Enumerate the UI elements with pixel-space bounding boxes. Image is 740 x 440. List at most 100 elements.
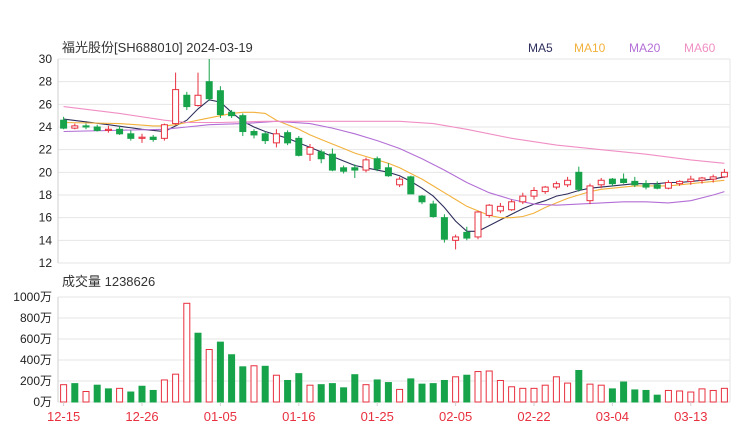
price-tick-label: 26: [39, 97, 53, 111]
candle-body: [71, 125, 79, 129]
price-panel: 30 28 26 24 22 20 18 16 14 12: [39, 52, 731, 270]
stock-chart: 福光股份[SH688010] 2024-03-19 MA5 MA10 MA20 MA6…: [13, 40, 731, 424]
candle-body: [127, 133, 135, 139]
volume-bar: [71, 383, 79, 403]
volume-bar: [82, 391, 90, 403]
volume-tick-label: 400万: [20, 353, 52, 367]
volume-bar: [60, 384, 68, 403]
volume-bar: [687, 391, 695, 403]
x-tick-label: 01-05: [204, 409, 237, 424]
x-tick-label: 02-22: [517, 409, 550, 424]
candle-body: [272, 133, 280, 144]
volume-bar: [373, 379, 381, 403]
candle-body: [317, 151, 325, 160]
volume-title: 成交量 1238626: [62, 274, 155, 289]
candle-body: [676, 180, 684, 185]
volume-bar: [104, 388, 112, 403]
volume-bar: [284, 379, 292, 403]
volume-bar: [698, 388, 706, 403]
volume-bar: [384, 382, 392, 403]
candle-body: [239, 115, 247, 133]
volume-bar: [653, 394, 661, 403]
volume-tick-label: 600万: [20, 332, 52, 346]
volume-bar: [496, 379, 504, 403]
candle-body: [597, 179, 605, 186]
candle-body: [474, 211, 482, 238]
candle-body: [172, 89, 180, 125]
candle-body: [116, 128, 124, 135]
candle-body: [508, 201, 516, 211]
candle-body: [373, 158, 381, 170]
candle-body: [709, 176, 717, 180]
volume-bar: [205, 349, 213, 403]
x-tick-label: 12-15: [47, 409, 80, 424]
volume-bar: [138, 385, 146, 403]
volume-bar: [172, 373, 180, 403]
volume-bar: [608, 388, 616, 403]
volume-bar: [340, 387, 348, 403]
price-tick-label: 24: [39, 120, 53, 134]
volume-tick-label: 0万: [33, 395, 52, 409]
volume-bar: [295, 373, 303, 403]
candle-body: [530, 189, 538, 197]
volume-bar: [216, 341, 224, 403]
candle-body: [306, 146, 314, 155]
legend-ma60: MA60: [684, 41, 716, 55]
volume-panel: 1000万 800万 600万 400万 200万 0万: [13, 290, 731, 409]
volume-bar: [720, 387, 728, 403]
candle-body: [698, 177, 706, 181]
candle-body: [687, 178, 695, 182]
price-tick-label: 28: [39, 75, 53, 89]
candle-body: [384, 167, 392, 177]
candle-body: [485, 204, 493, 216]
volume-bar: [564, 382, 572, 403]
volume-bar: [709, 389, 717, 403]
candle-body: [194, 94, 202, 106]
candle-body: [429, 203, 437, 218]
x-tick-label: 12-26: [125, 409, 158, 424]
volume-bar: [228, 354, 236, 403]
candle-body: [642, 183, 650, 188]
candle-body: [328, 153, 336, 171]
candle-body: [463, 231, 471, 239]
stock-title: 福光股份[SH688010] 2024-03-19: [62, 40, 253, 55]
volume-bar: [575, 370, 583, 403]
volume-bar: [239, 366, 247, 403]
volume-bar: [351, 374, 359, 403]
volume-bar: [519, 387, 527, 403]
candle-body: [664, 182, 672, 189]
volume-bar: [272, 374, 280, 403]
volume-bar: [664, 389, 672, 403]
candle-body: [284, 132, 292, 144]
volume-bar: [552, 376, 560, 403]
candle-body: [205, 81, 213, 100]
volume-tick-label: 1000万: [13, 290, 52, 304]
price-tick-label: 14: [39, 233, 53, 247]
volume-bar: [631, 389, 639, 403]
legend-ma10: MA10: [574, 41, 606, 55]
volume-bar: [463, 374, 471, 403]
candle-body: [396, 178, 404, 186]
volume-bar: [362, 384, 370, 403]
candle-body: [586, 185, 594, 202]
candle-body: [407, 176, 415, 195]
price-tick-label: 30: [39, 52, 53, 66]
volume-bar: [250, 365, 258, 403]
candle-body: [295, 137, 303, 156]
candle-body: [552, 183, 560, 188]
x-axis: 12-15 12-26 01-05 01-16 01-25 02-05 02-22 03-04…: [47, 402, 707, 424]
candle-body: [104, 128, 112, 131]
price-tick-label: 20: [39, 165, 53, 179]
volume-bar: [149, 389, 157, 403]
candle-body: [183, 94, 191, 108]
candle-body: [519, 195, 527, 203]
volume-bar: [116, 387, 124, 403]
volume-tick-label: 200万: [20, 374, 52, 388]
volume-bar: [429, 383, 437, 403]
volume-bar: [317, 384, 325, 403]
volume-bar: [541, 384, 549, 403]
legend-ma5: MA5: [528, 41, 553, 55]
candle-body: [541, 186, 549, 193]
volume-bar: [396, 388, 404, 403]
candle-body: [82, 125, 90, 128]
